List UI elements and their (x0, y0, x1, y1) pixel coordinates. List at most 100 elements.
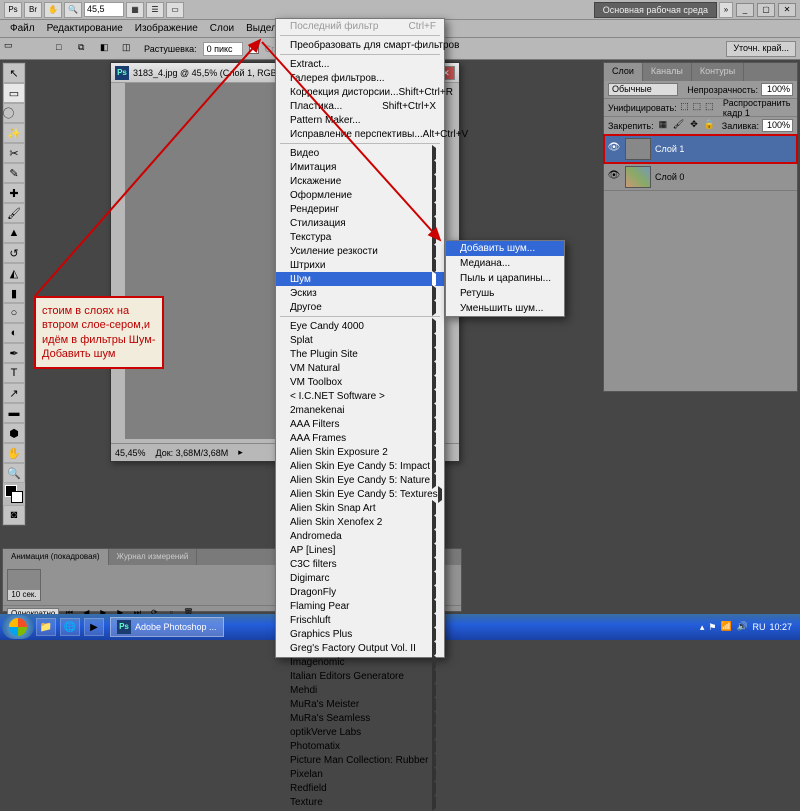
tray-volume-icon[interactable]: 🔊 (736, 621, 748, 633)
frame-1[interactable]: 10 сек. (7, 569, 41, 601)
mi-last-filter[interactable]: Последний фильтрCtrl+F (276, 19, 444, 33)
mi-reduce-noise[interactable]: Уменьшить шум... (446, 301, 564, 316)
mi-median[interactable]: Медиана... (446, 256, 564, 271)
layer-thumbnail[interactable] (625, 166, 651, 188)
move-tool[interactable]: ↖ (3, 63, 25, 83)
screen-mode-icon[interactable]: ▭ (166, 2, 184, 18)
tool-preset-icon[interactable]: ▭ (4, 40, 24, 58)
view-grid-icon[interactable]: ▦ (126, 2, 144, 18)
mi-plugin[interactable]: Redfield (276, 781, 444, 795)
mi-plugin[interactable]: optikVerve Labs (276, 725, 444, 739)
mi-plugin[interactable]: VM Natural (276, 361, 444, 375)
mi-strokes[interactable]: Штрихи (276, 258, 444, 272)
mi-plugin[interactable]: Imagenomic (276, 655, 444, 669)
mi-plugin[interactable]: Alien Skin Xenofex 2 (276, 515, 444, 529)
brush-tool[interactable]: 🖌 (3, 203, 25, 223)
zoom-icon[interactable]: 🔍 (64, 2, 82, 18)
tray-flag-icon[interactable]: ⚑ (708, 622, 716, 633)
maximize-button[interactable]: ▢ (757, 3, 775, 17)
mi-plugin[interactable]: Alien Skin Exposure 2 (276, 445, 444, 459)
workspace-switcher[interactable]: Основная рабочая среда (594, 2, 717, 18)
mi-lens[interactable]: Коррекция дисторсии...Shift+Ctrl+R (276, 85, 444, 99)
mi-render[interactable]: Рендеринг (276, 202, 444, 216)
mi-plugin[interactable]: Alien Skin Eye Candy 5: Impact (276, 459, 444, 473)
mi-plugin[interactable]: MuRa's Meister (276, 697, 444, 711)
mi-noise[interactable]: Шум (276, 272, 444, 286)
mi-plugin[interactable]: MuRa's Seamless (276, 711, 444, 725)
frame-delay[interactable]: 10 сек. (8, 590, 40, 600)
mi-plugin[interactable]: Digimarc (276, 571, 444, 585)
mi-plugin[interactable]: C3C filters (276, 557, 444, 571)
feather-input[interactable]: 0 пикс (203, 42, 243, 56)
unify-visibility-icon[interactable]: ⬚ (692, 101, 701, 114)
mi-plugin[interactable]: Photomatix (276, 739, 444, 753)
tab-measurement[interactable]: Журнал измерений (109, 549, 198, 565)
ql-explorer-icon[interactable]: 📁 (36, 618, 56, 636)
menu-edit[interactable]: Редактирование (41, 21, 129, 36)
pen-tool[interactable]: ✒ (3, 343, 25, 363)
mi-plugin[interactable]: AAA Filters (276, 417, 444, 431)
marquee-int-icon[interactable]: ◫ (122, 42, 138, 56)
3d-tool[interactable]: ⬢ (3, 423, 25, 443)
mi-plugin[interactable]: AP [Lines] (276, 543, 444, 557)
mi-plugin[interactable]: DragonFly (276, 585, 444, 599)
ql-player-icon[interactable]: ▶ (84, 618, 104, 636)
tab-animation[interactable]: Анимация (покадровая) (3, 549, 109, 565)
path-tool[interactable]: ↗ (3, 383, 25, 403)
unify-style-icon[interactable]: ⬚ (705, 101, 714, 114)
mi-convert-smart[interactable]: Преобразовать для смарт-фильтров (276, 38, 444, 52)
layer-thumbnail[interactable] (625, 138, 651, 160)
workspace-more-icon[interactable]: » (719, 2, 733, 18)
unify-position-icon[interactable]: ⬚ (680, 101, 689, 114)
ps-icon[interactable]: Ps (4, 2, 22, 18)
mi-gallery[interactable]: Галерея фильтров... (276, 71, 444, 85)
mi-plugin[interactable]: Alien Skin Eye Candy 5: Nature (276, 473, 444, 487)
mi-plugin[interactable]: Alien Skin Snap Art (276, 501, 444, 515)
mi-plugin[interactable]: Frischluft (276, 613, 444, 627)
mi-style[interactable]: Оформление (276, 188, 444, 202)
lock-pixels-icon[interactable]: 🖌 (672, 119, 685, 132)
tray-chevron-icon[interactable]: ▴ (700, 622, 705, 633)
mi-stylize[interactable]: Стилизация (276, 216, 444, 230)
tab-paths[interactable]: Контуры (692, 63, 744, 81)
tab-channels[interactable]: Каналы (643, 63, 692, 81)
taskbar-app[interactable]: PsAdobe Photoshop ... (110, 617, 224, 637)
mi-add-noise[interactable]: Добавить шум... (446, 241, 564, 256)
fill-input[interactable]: 100% (762, 119, 793, 132)
tray-network-icon[interactable]: 📶 (720, 621, 732, 633)
hand-icon[interactable]: ✋ (44, 2, 62, 18)
mi-vanish[interactable]: Исправление перспективы...Alt+Ctrl+V (276, 127, 444, 141)
mi-texture[interactable]: Текстура (276, 230, 444, 244)
status-arrow-icon[interactable]: ▸ (238, 447, 243, 458)
mi-distort[interactable]: Искажение (276, 174, 444, 188)
lasso-tool[interactable]: ⃝ (3, 103, 25, 123)
menu-layer[interactable]: Слои (204, 21, 240, 36)
mi-plugin[interactable]: Andromeda (276, 529, 444, 543)
view-menu-icon[interactable]: ☰ (146, 2, 164, 18)
menu-file[interactable]: Файл (4, 21, 41, 36)
mi-sketch[interactable]: Эскиз (276, 286, 444, 300)
minimize-button[interactable]: _ (736, 3, 754, 17)
zoom-level[interactable]: 45,45% (115, 448, 146, 458)
mi-plugin[interactable]: VM Toolbox (276, 375, 444, 389)
refine-edge-button[interactable]: Уточн. край... (726, 41, 796, 57)
mi-dust[interactable]: Пыль и царапины... (446, 271, 564, 286)
mi-liquify[interactable]: Пластика...Shift+Ctrl+X (276, 99, 444, 113)
layer-row-0[interactable]: 👁 Слой 0 (604, 163, 797, 191)
eyedropper-tool[interactable]: ✎ (3, 163, 25, 183)
stamp-tool[interactable]: ▲ (3, 223, 25, 243)
blend-mode-select[interactable]: Обычные (608, 83, 678, 96)
lock-trans-icon[interactable]: ▦ (657, 119, 670, 132)
ql-browser-icon[interactable]: 🌐 (60, 618, 80, 636)
mi-plugin[interactable]: Splat (276, 333, 444, 347)
mi-plugin[interactable]: Mehdi (276, 683, 444, 697)
mi-other[interactable]: Другое (276, 300, 444, 314)
mi-plugin[interactable]: Picture Man Collection: Rubber (276, 753, 444, 767)
start-button[interactable] (2, 615, 34, 639)
menu-image[interactable]: Изображение (129, 21, 204, 36)
mi-plugin[interactable]: Italian Editors Generatore (276, 669, 444, 683)
mi-extract[interactable]: Extract... (276, 57, 444, 71)
close-button[interactable]: ✕ (778, 3, 796, 17)
tray-clock[interactable]: 10:27 (769, 622, 792, 632)
tab-layers[interactable]: Слои (604, 63, 643, 81)
